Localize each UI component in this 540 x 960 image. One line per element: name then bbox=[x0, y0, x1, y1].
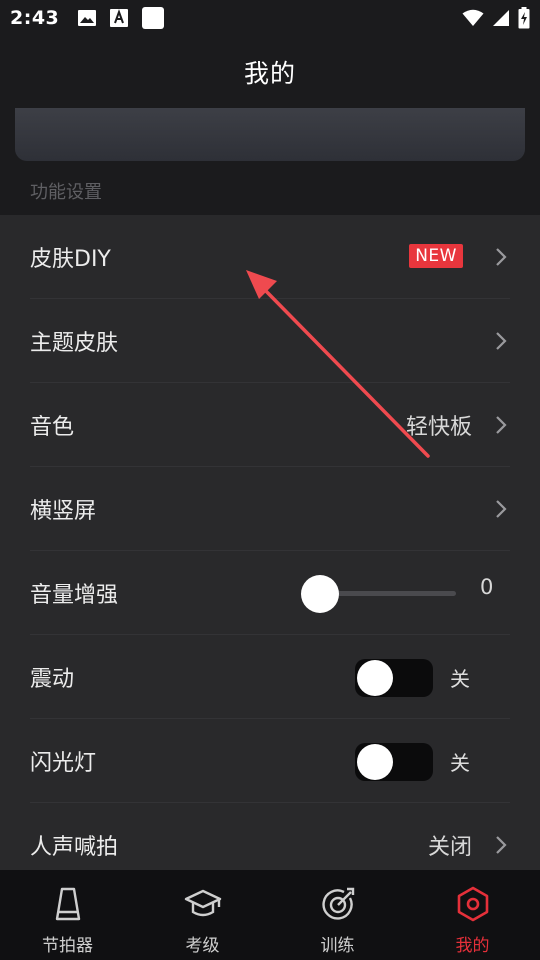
chevron-right-icon bbox=[496, 416, 507, 434]
setting-orientation[interactable]: 横竖屏 bbox=[0, 467, 540, 551]
profile-card[interactable] bbox=[15, 108, 525, 161]
target-icon bbox=[321, 887, 354, 920]
chevron-right-icon bbox=[496, 248, 507, 266]
toggle-knob bbox=[357, 744, 393, 780]
setting-label: 震动 bbox=[30, 667, 75, 692]
tab-label: 我的 bbox=[455, 936, 490, 956]
tab-label: 节拍器 bbox=[42, 936, 93, 956]
setting-tone[interactable]: 音色 轻快板 bbox=[0, 383, 540, 467]
setting-label: 主题皮肤 bbox=[30, 331, 119, 356]
setting-volume-boost: 音量增强 0 bbox=[0, 551, 540, 635]
tab-training[interactable]: 训练 bbox=[270, 870, 405, 960]
chevron-right-icon bbox=[496, 836, 507, 854]
flashlight-state: 关 bbox=[450, 750, 470, 775]
tone-value: 轻快板 bbox=[405, 415, 472, 440]
setting-vibration: 震动 关 bbox=[0, 635, 540, 719]
setting-flashlight: 闪光灯 关 bbox=[0, 719, 540, 803]
settings-list: 皮肤DIY NEW 主题皮肤 音色 轻快板 横竖屏 音量增强 0 震动 关 闪光… bbox=[0, 215, 540, 870]
text-notification-icon bbox=[110, 9, 129, 27]
chevron-right-icon bbox=[496, 332, 507, 350]
page-title: 我的 bbox=[243, 59, 296, 88]
chevron-right-icon bbox=[496, 500, 507, 518]
wifi-icon bbox=[462, 9, 484, 26]
vibration-toggle[interactable] bbox=[355, 659, 433, 697]
setting-label: 皮肤DIY bbox=[30, 247, 111, 272]
toggle-knob bbox=[357, 660, 393, 696]
notification-icons bbox=[77, 6, 165, 30]
tab-mine[interactable]: 我的 bbox=[405, 870, 540, 960]
setting-label: 闪光灯 bbox=[30, 751, 97, 776]
signal-icon bbox=[493, 10, 509, 26]
tab-label: 训练 bbox=[320, 936, 355, 956]
metronome-icon bbox=[55, 887, 80, 921]
new-badge: NEW bbox=[409, 244, 463, 268]
blank-notification-icon bbox=[142, 7, 165, 29]
system-status-icons bbox=[462, 7, 530, 29]
hexagon-profile-icon bbox=[457, 886, 488, 922]
app-header: 我的 bbox=[0, 36, 540, 108]
volume-value: 0 bbox=[480, 575, 494, 599]
setting-theme-skin[interactable]: 主题皮肤 bbox=[0, 299, 540, 383]
tab-metronome[interactable]: 节拍器 bbox=[0, 870, 135, 960]
battery-icon bbox=[518, 7, 530, 29]
section-label: 功能设置 bbox=[30, 182, 102, 203]
bottom-tab-bar: 节拍器 考级 训练 我的 bbox=[0, 870, 540, 960]
setting-label: 音量增强 bbox=[30, 583, 119, 608]
volume-slider-thumb[interactable] bbox=[301, 575, 339, 613]
setting-skin-diy[interactable]: 皮肤DIY NEW bbox=[0, 215, 540, 299]
image-notification-icon bbox=[78, 10, 97, 26]
setting-label: 音色 bbox=[30, 415, 75, 440]
status-time: 2:43 bbox=[10, 7, 60, 29]
tab-label: 考级 bbox=[185, 936, 220, 956]
status-bar: 2:43 bbox=[0, 0, 540, 36]
graduation-cap-icon bbox=[184, 889, 221, 917]
setting-label: 人声喊拍 bbox=[30, 835, 119, 860]
setting-label: 横竖屏 bbox=[30, 499, 97, 524]
tab-exam[interactable]: 考级 bbox=[135, 870, 270, 960]
voice-beat-value: 关闭 bbox=[427, 835, 472, 860]
volume-slider-track[interactable] bbox=[320, 591, 456, 596]
vibration-state: 关 bbox=[450, 666, 470, 691]
flashlight-toggle[interactable] bbox=[355, 743, 433, 781]
